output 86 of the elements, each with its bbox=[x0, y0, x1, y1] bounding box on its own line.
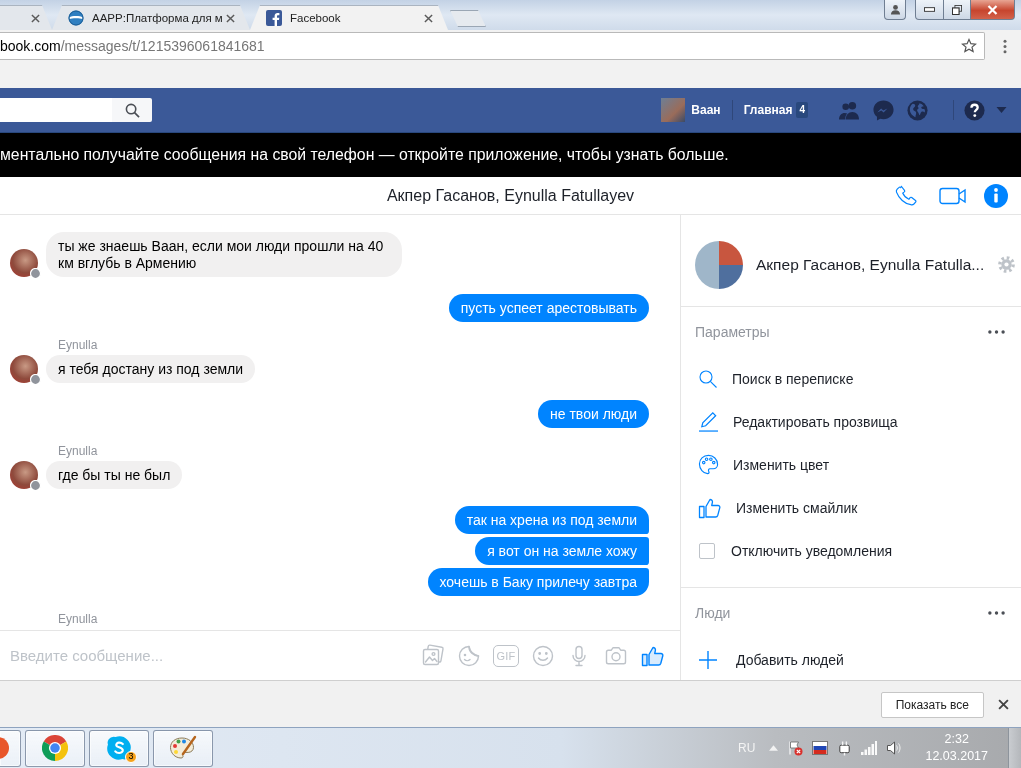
count-badge: 4 bbox=[796, 102, 808, 118]
palette-icon bbox=[169, 735, 197, 761]
option-item[interactable]: Добавить людей bbox=[681, 638, 1021, 680]
conversation-title: Акпер Гасанов, Eynulla Fatullayev bbox=[386, 186, 635, 205]
minimize-button[interactable] bbox=[915, 0, 944, 20]
promo-banner-text: ментально получайте сообщения на свой телефон — откройте приложение, чтобы узнать больше. bbox=[0, 146, 729, 164]
phone-icon[interactable] bbox=[895, 183, 919, 208]
info-icon[interactable] bbox=[984, 183, 1008, 208]
search-icon bbox=[698, 368, 718, 389]
message-bubble: я вот он на земле хожу bbox=[475, 537, 649, 565]
message-bubble: так на хрена из под земли bbox=[454, 506, 649, 534]
minimize-icon bbox=[924, 7, 935, 12]
more-icon[interactable] bbox=[988, 611, 1005, 615]
address-field[interactable]: book.com/messages/t/1215396061841681 bbox=[0, 32, 985, 60]
speaker-icon[interactable] bbox=[886, 740, 903, 756]
f-logo-icon bbox=[266, 10, 282, 26]
close-icon[interactable] bbox=[226, 13, 235, 23]
striped-flag-icon[interactable] bbox=[812, 741, 829, 755]
palette-icon bbox=[698, 454, 719, 475]
status-badge-icon bbox=[30, 480, 41, 491]
status-badge-icon bbox=[30, 374, 41, 385]
show-all-button[interactable]: Показать все bbox=[880, 692, 984, 718]
avatar-photo[interactable] bbox=[10, 249, 38, 277]
caret-icon[interactable] bbox=[996, 107, 1007, 113]
checkbox[interactable] bbox=[699, 542, 715, 559]
restore-icon bbox=[952, 4, 962, 15]
conversation-name: Акпер Гасанов, Eynulla Fatulla... bbox=[756, 255, 985, 274]
profile-button[interactable] bbox=[884, 0, 906, 20]
taskbar-button[interactable] bbox=[25, 729, 85, 767]
message-bubble: не твои люди bbox=[538, 400, 649, 428]
search-field[interactable] bbox=[0, 98, 112, 122]
close-icon[interactable] bbox=[424, 13, 433, 23]
new-tab-button[interactable] bbox=[450, 10, 486, 27]
profile-link[interactable]: Ваан bbox=[691, 103, 721, 117]
signal-icon[interactable] bbox=[861, 741, 878, 755]
close-icon[interactable] bbox=[31, 13, 40, 23]
pencil-icon bbox=[698, 411, 719, 432]
section-title: Люди bbox=[695, 605, 731, 621]
power-plug-icon[interactable] bbox=[837, 740, 853, 756]
video-camera-icon[interactable] bbox=[939, 185, 967, 206]
message-bubble: ты же знаешь Ваан, если мои люди прошли на 40 км вглубь в Армению bbox=[46, 232, 402, 277]
close-button[interactable] bbox=[971, 0, 1015, 20]
option-item[interactable]: Редактировать прозвища bbox=[681, 400, 1021, 443]
option-item[interactable]: Отключить уведомления bbox=[681, 529, 1021, 572]
people-icon[interactable] bbox=[838, 100, 861, 120]
round-logo-icon bbox=[68, 10, 84, 26]
profile-photo[interactable] bbox=[661, 98, 686, 122]
status-badge-icon bbox=[30, 268, 41, 279]
taskbar-button[interactable] bbox=[0, 729, 21, 767]
option-item[interactable]: Изменить цвет bbox=[681, 443, 1021, 486]
avatar-photo[interactable] bbox=[10, 355, 38, 383]
message-bubble: пусть успеет арестовывать bbox=[448, 294, 649, 322]
taskbar-button[interactable] bbox=[153, 729, 213, 767]
search-button[interactable] bbox=[112, 98, 152, 122]
message-bubble: я тебя достану из под земли bbox=[46, 355, 256, 383]
show-desktop-button[interactable] bbox=[1008, 728, 1021, 768]
person-icon bbox=[889, 4, 901, 15]
close-icon[interactable] bbox=[998, 698, 1009, 710]
flag-icon[interactable] bbox=[787, 740, 804, 756]
option-item[interactable]: Изменить смайлик bbox=[681, 486, 1021, 529]
home-link[interactable]: Главная 4 bbox=[743, 102, 808, 118]
more-icon[interactable] bbox=[988, 330, 1005, 334]
restore-button[interactable] bbox=[944, 0, 971, 20]
option-item[interactable]: Поиск в переписке bbox=[681, 357, 1021, 400]
close-icon bbox=[987, 4, 998, 15]
message-bubble: где бы ты не был bbox=[46, 461, 183, 489]
chat-bubble-icon[interactable] bbox=[872, 98, 895, 122]
search-icon bbox=[124, 102, 140, 118]
avatar-photo[interactable] bbox=[10, 461, 38, 489]
star-icon[interactable] bbox=[961, 38, 977, 54]
browser-tab[interactable]: AAPP:Платформа для м bbox=[52, 5, 250, 30]
message-bubble: хочешь в Баку прилечу завтра bbox=[427, 568, 649, 596]
round-app-icon bbox=[0, 736, 9, 760]
sender-name: Eynulla bbox=[58, 339, 98, 352]
taskbar-button[interactable]: 3 bbox=[89, 729, 149, 767]
group-avatar-photo bbox=[695, 240, 743, 289]
browser-tab[interactable]: Facebook bbox=[250, 5, 448, 30]
help-icon[interactable] bbox=[963, 98, 986, 122]
plus-icon bbox=[698, 649, 718, 670]
chat-app-icon bbox=[106, 735, 132, 761]
sender-name: Eynulla bbox=[58, 445, 98, 458]
menu-icon[interactable] bbox=[1003, 38, 1007, 54]
globe-icon[interactable] bbox=[906, 98, 929, 122]
sender-name: Eynulla bbox=[58, 613, 98, 626]
browser-icon bbox=[42, 735, 68, 761]
section-title: Параметры bbox=[695, 324, 770, 340]
